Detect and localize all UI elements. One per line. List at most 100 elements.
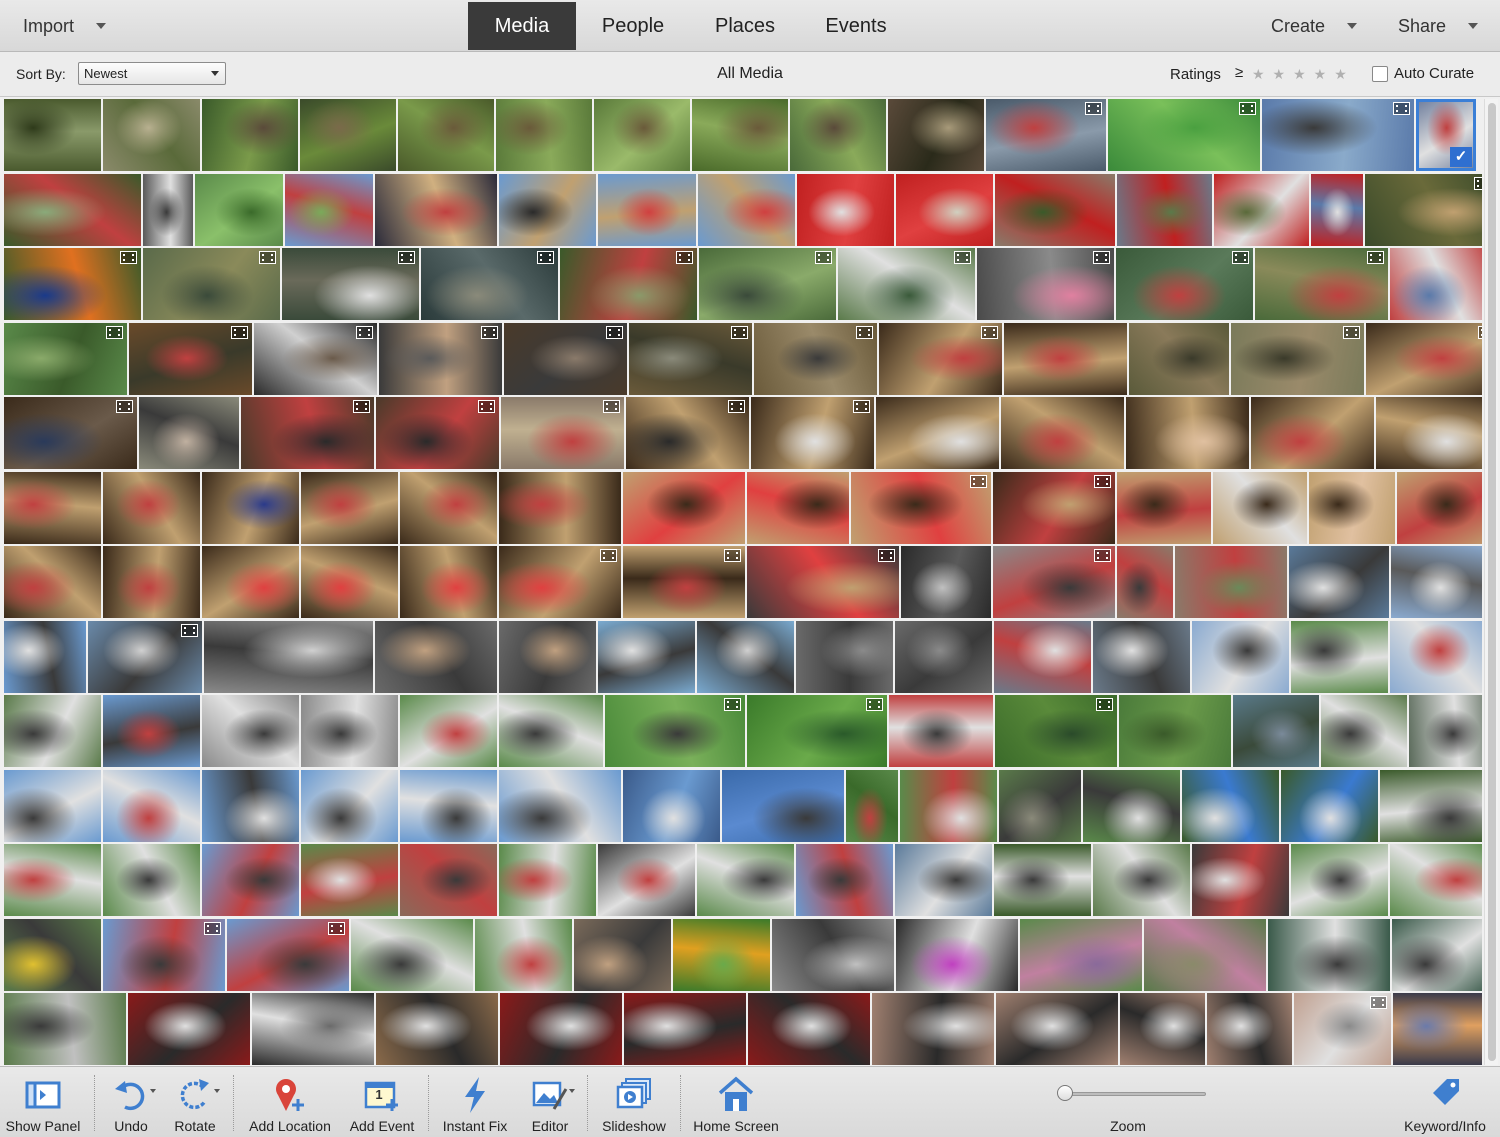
video-thumbnail[interactable] bbox=[254, 323, 377, 395]
tab-events[interactable]: Events bbox=[800, 2, 912, 50]
photo-thumbnail[interactable] bbox=[1281, 770, 1378, 842]
video-thumbnail[interactable] bbox=[751, 397, 874, 469]
photo-thumbnail[interactable] bbox=[598, 621, 695, 693]
tab-media[interactable]: Media bbox=[468, 2, 576, 50]
video-thumbnail[interactable] bbox=[88, 621, 202, 693]
video-thumbnail[interactable] bbox=[747, 695, 887, 767]
video-thumbnail[interactable] bbox=[977, 248, 1114, 320]
photo-thumbnail[interactable] bbox=[204, 621, 373, 693]
photo-thumbnail[interactable] bbox=[901, 546, 991, 618]
video-thumbnail[interactable] bbox=[504, 323, 627, 395]
grid-scrollbar[interactable] bbox=[1484, 99, 1498, 1065]
photo-thumbnail[interactable] bbox=[1289, 546, 1389, 618]
photo-thumbnail[interactable] bbox=[375, 174, 497, 246]
video-thumbnail[interactable] bbox=[376, 397, 499, 469]
create-button[interactable]: Create bbox=[1271, 0, 1358, 52]
video-thumbnail[interactable] bbox=[626, 397, 749, 469]
video-thumbnail[interactable] bbox=[1116, 248, 1253, 320]
video-thumbnail[interactable] bbox=[4, 248, 141, 320]
photo-thumbnail[interactable] bbox=[994, 844, 1091, 916]
photo-thumbnail[interactable] bbox=[376, 993, 498, 1065]
video-thumbnail[interactable] bbox=[241, 397, 374, 469]
video-thumbnail[interactable] bbox=[754, 323, 877, 395]
photo-thumbnail[interactable] bbox=[796, 621, 893, 693]
photo-thumbnail[interactable] bbox=[195, 174, 283, 246]
video-thumbnail[interactable] bbox=[851, 472, 991, 544]
import-dropdown-icon[interactable] bbox=[96, 23, 107, 29]
video-thumbnail[interactable] bbox=[1365, 174, 1482, 246]
photo-thumbnail[interactable] bbox=[103, 546, 200, 618]
auto-curate-label[interactable]: Auto Curate bbox=[1394, 65, 1474, 82]
photo-thumbnail[interactable] bbox=[896, 919, 1018, 991]
photo-thumbnail[interactable]: ✓ bbox=[1416, 99, 1476, 171]
photo-thumbnail[interactable] bbox=[1182, 770, 1279, 842]
photo-thumbnail[interactable] bbox=[1268, 919, 1390, 991]
video-thumbnail[interactable] bbox=[629, 323, 752, 395]
photo-thumbnail[interactable] bbox=[1391, 546, 1482, 618]
share-dropdown-icon[interactable] bbox=[1468, 23, 1479, 29]
photo-thumbnail[interactable] bbox=[300, 99, 396, 171]
photo-thumbnail[interactable] bbox=[400, 546, 497, 618]
keyword-info-button[interactable]: Keyword/Info bbox=[1396, 1067, 1494, 1137]
photo-thumbnail[interactable] bbox=[301, 472, 398, 544]
photo-thumbnail[interactable] bbox=[999, 770, 1081, 842]
photo-thumbnail[interactable] bbox=[4, 621, 86, 693]
photo-thumbnail[interactable] bbox=[996, 993, 1118, 1065]
photo-thumbnail[interactable] bbox=[697, 621, 794, 693]
photo-thumbnail[interactable] bbox=[301, 546, 398, 618]
photo-thumbnail[interactable] bbox=[889, 695, 993, 767]
photo-thumbnail[interactable] bbox=[1129, 323, 1229, 395]
photo-thumbnail[interactable] bbox=[594, 99, 690, 171]
photo-thumbnail[interactable] bbox=[4, 770, 101, 842]
video-thumbnail[interactable] bbox=[1294, 993, 1391, 1065]
photo-thumbnail[interactable] bbox=[1390, 621, 1482, 693]
zoom-slider-handle[interactable] bbox=[1057, 1085, 1074, 1101]
photo-thumbnail[interactable] bbox=[351, 919, 473, 991]
photo-thumbnail[interactable] bbox=[1380, 770, 1482, 842]
video-thumbnail[interactable] bbox=[623, 546, 745, 618]
share-button[interactable]: Share bbox=[1398, 0, 1479, 52]
instant-fix-button[interactable]: Instant Fix bbox=[436, 1067, 514, 1137]
photo-thumbnail[interactable] bbox=[400, 695, 497, 767]
photo-thumbnail[interactable] bbox=[697, 844, 794, 916]
photo-thumbnail[interactable] bbox=[895, 844, 992, 916]
photo-thumbnail[interactable] bbox=[1291, 844, 1388, 916]
editor-dropdown-icon[interactable] bbox=[569, 1089, 575, 1093]
photo-thumbnail[interactable] bbox=[722, 770, 844, 842]
photo-thumbnail[interactable] bbox=[4, 472, 101, 544]
video-thumbnail[interactable] bbox=[129, 323, 252, 395]
video-thumbnail[interactable] bbox=[501, 397, 624, 469]
video-thumbnail[interactable] bbox=[1366, 323, 1482, 395]
photo-thumbnail[interactable] bbox=[202, 99, 298, 171]
photo-thumbnail[interactable] bbox=[4, 99, 101, 171]
photo-thumbnail[interactable] bbox=[876, 397, 999, 469]
video-thumbnail[interactable] bbox=[143, 248, 280, 320]
slideshow-button[interactable]: Slideshow bbox=[596, 1067, 672, 1137]
video-thumbnail[interactable] bbox=[227, 919, 349, 991]
video-thumbnail[interactable] bbox=[993, 546, 1115, 618]
photo-thumbnail[interactable] bbox=[1004, 323, 1127, 395]
photo-thumbnail[interactable] bbox=[846, 770, 898, 842]
photo-thumbnail[interactable] bbox=[1175, 546, 1287, 618]
photo-thumbnail[interactable] bbox=[1117, 174, 1212, 246]
photo-thumbnail[interactable] bbox=[1126, 397, 1249, 469]
photo-thumbnail[interactable] bbox=[748, 993, 870, 1065]
photo-thumbnail[interactable] bbox=[1093, 844, 1190, 916]
photo-thumbnail[interactable] bbox=[500, 993, 622, 1065]
video-thumbnail[interactable] bbox=[986, 99, 1106, 171]
photo-thumbnail[interactable] bbox=[475, 919, 572, 991]
photo-thumbnail[interactable] bbox=[143, 174, 193, 246]
video-thumbnail[interactable] bbox=[103, 919, 225, 991]
photo-thumbnail[interactable] bbox=[1119, 695, 1231, 767]
import-button[interactable]: Import bbox=[23, 0, 107, 52]
photo-thumbnail[interactable] bbox=[103, 99, 200, 171]
photo-thumbnail[interactable] bbox=[1390, 844, 1482, 916]
photo-thumbnail[interactable] bbox=[1233, 695, 1319, 767]
photo-thumbnail[interactable] bbox=[252, 993, 374, 1065]
photo-thumbnail[interactable] bbox=[139, 397, 239, 469]
video-thumbnail[interactable] bbox=[1255, 248, 1388, 320]
photo-thumbnail[interactable] bbox=[4, 174, 141, 246]
photo-thumbnail[interactable] bbox=[4, 919, 101, 991]
photo-thumbnail[interactable] bbox=[499, 621, 596, 693]
photo-thumbnail[interactable] bbox=[790, 99, 886, 171]
